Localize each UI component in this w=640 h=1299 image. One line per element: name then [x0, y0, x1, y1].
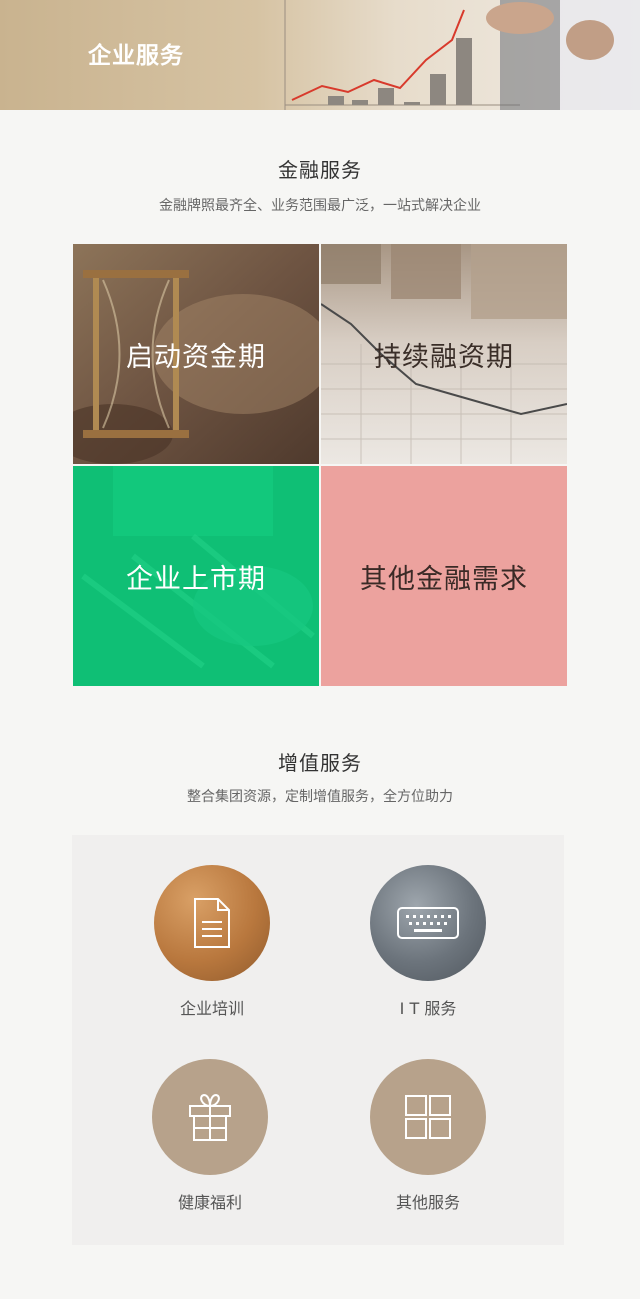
gift-icon [189, 1093, 231, 1141]
tile-other-finance-needs[interactable]: 其他金融需求 [321, 466, 567, 686]
service-corporate-training-label: 企业培训 [179, 999, 244, 1018]
tile-other-finance-needs-label: 其他金融需求 [360, 563, 528, 595]
service-other-label: 其他服务 [395, 1193, 460, 1212]
service-circle [370, 1059, 486, 1175]
finance-section-title: 金融服务 [278, 158, 362, 182]
tile-continuous-financing[interactable]: 持续融资期 [321, 244, 567, 464]
services-panel: 企业培训 I T 服务 健康福利 其他服务 [72, 835, 564, 1245]
tile-continuous-financing-label: 持续融资期 [374, 341, 514, 373]
tile-ipo-stage[interactable]: 企业上市期 [73, 466, 319, 686]
tile-startup-funding[interactable]: 启动资金期 [73, 244, 319, 464]
service-other[interactable]: 其他服务 [348, 1059, 508, 1213]
tile-startup-funding-label: 启动资金期 [126, 341, 266, 373]
service-circle [152, 1059, 268, 1175]
service-it-label: I T 服务 [399, 999, 457, 1018]
growth-chart-illustration [284, 0, 640, 110]
tile-ipo-stage-label: 企业上市期 [126, 563, 266, 595]
value-added-section-title: 增值服务 [278, 751, 362, 775]
value-added-section-subtitle: 整合集团资源，定制增值服务，全方位助力 [187, 789, 453, 805]
header-banner: 企业服务 [0, 0, 640, 110]
service-it[interactable]: I T 服务 [348, 865, 508, 1019]
page-title: 企业服务 [88, 43, 184, 69]
service-circle [154, 865, 270, 981]
service-corporate-training[interactable]: 企业培训 [132, 865, 292, 1019]
grid-icon [405, 1095, 451, 1139]
finance-section-subtitle: 金融牌照最齐全、业务范围最广泛，一站式解决企业 [159, 198, 481, 214]
keyboard-icon [397, 907, 459, 939]
document-icon [194, 898, 230, 948]
service-health-welfare[interactable]: 健康福利 [130, 1059, 290, 1213]
finance-tiles-grid: 启动资金期 持续融资期 企业上市期 其他金融需求 [73, 244, 567, 686]
service-circle [370, 865, 486, 981]
service-health-welfare-label: 健康福利 [177, 1193, 242, 1212]
